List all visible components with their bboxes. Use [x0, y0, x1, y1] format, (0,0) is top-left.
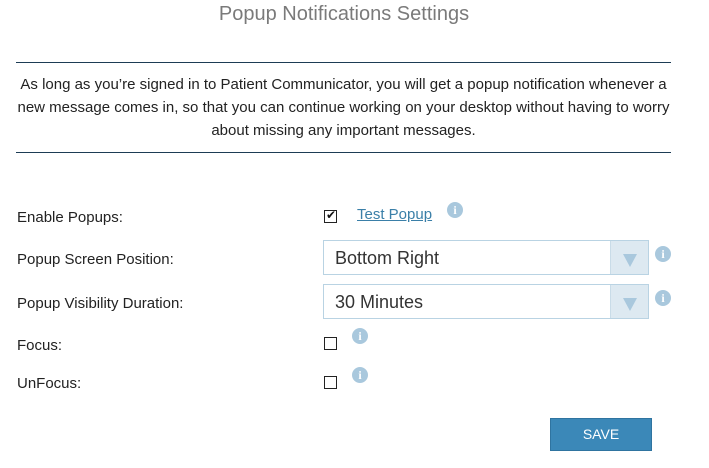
chevron-down-icon	[623, 254, 637, 267]
unfocus-checkbox[interactable]	[324, 376, 337, 389]
bottom-divider	[16, 152, 671, 153]
popup-position-value: Bottom Right	[335, 248, 440, 268]
focus-checkbox[interactable]	[324, 337, 337, 350]
check-icon: ✔	[326, 208, 337, 222]
info-icon[interactable]: i	[655, 246, 671, 262]
popup-duration-value: 30 Minutes	[335, 292, 424, 312]
popup-position-label: Popup Screen Position:	[17, 251, 174, 268]
popup-position-select[interactable]: Bottom Right	[323, 240, 649, 275]
save-button[interactable]: SAVE	[550, 418, 652, 451]
focus-label: Focus:	[17, 337, 63, 354]
info-icon[interactable]: i	[352, 367, 368, 383]
info-icon[interactable]: i	[352, 328, 368, 344]
test-popup-link[interactable]: Test Popup	[357, 206, 432, 223]
position-dropdown-arrow[interactable]	[610, 241, 648, 274]
popup-duration-label: Popup Visibility Duration:	[17, 295, 184, 312]
enable-popups-checkbox[interactable]: ✔	[324, 208, 337, 223]
info-icon[interactable]: i	[655, 290, 671, 306]
info-icon[interactable]: i	[447, 202, 463, 218]
description-text: As long as you’re signed in to Patient C…	[17, 76, 670, 139]
popup-duration-select[interactable]: 30 Minutes	[323, 284, 649, 319]
chevron-down-icon	[623, 298, 637, 311]
top-divider	[16, 62, 671, 63]
unfocus-label: UnFocus:	[17, 375, 82, 392]
enable-popups-label: Enable Popups:	[17, 209, 123, 226]
page-title: Popup Notifications Settings	[218, 3, 470, 25]
duration-dropdown-arrow[interactable]	[610, 285, 648, 318]
